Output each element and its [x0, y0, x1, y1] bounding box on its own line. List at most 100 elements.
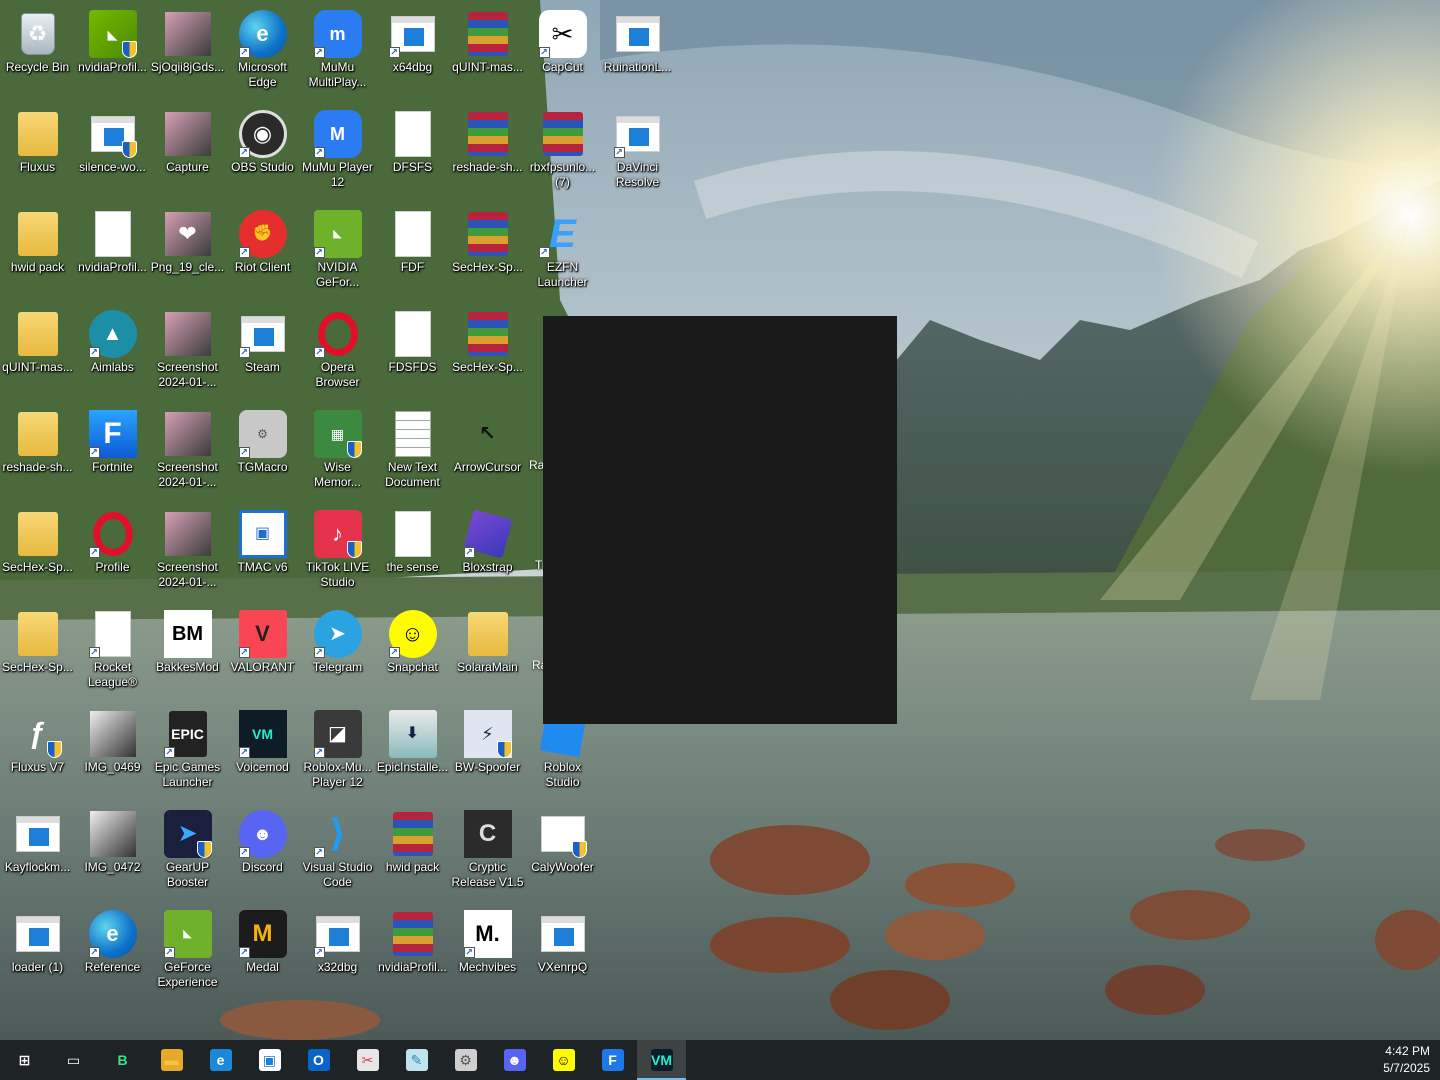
desktop-icon[interactable]: ✂ ↗ CapCut	[525, 2, 600, 98]
desktop-icon[interactable]: hwid pack	[375, 802, 450, 898]
desktop-icon[interactable]: E ↗ EZFN Launcher	[525, 202, 600, 298]
desktop-icon[interactable]: SecHex-Sp...	[450, 302, 525, 398]
desktop-icon[interactable]: Screenshot 2024-01-...	[150, 402, 225, 498]
desktop-icon[interactable]: ☺ ↗ Snapchat	[375, 602, 450, 698]
task-view-button[interactable]: ▭	[49, 1040, 98, 1080]
desktop-icon[interactable]: ⚡ BW-Spoofer	[450, 702, 525, 798]
desktop-icon[interactable]: m ↗ MuMu MultiPlay...	[300, 2, 375, 98]
desktop-icon[interactable]: BM BakkesMod	[150, 602, 225, 698]
desktop-icon[interactable]: IMG_0472	[75, 802, 150, 898]
desktop-icon[interactable]: IMG_0469	[75, 702, 150, 798]
desktop-icon[interactable]: ⟩ ↗ Visual Studio Code	[300, 802, 375, 898]
desktop-icon[interactable]: ↗ x64dbg	[375, 2, 450, 98]
taskbar-snipping-tool[interactable]: ✂	[343, 1040, 392, 1080]
bakkesmod-icon: BM	[163, 610, 212, 658]
system-clock[interactable]: 4:42 PM 5/7/2025	[1383, 1043, 1430, 1077]
desktop-icon[interactable]: SecHex-Sp...	[0, 502, 75, 598]
desktop-icon[interactable]: SecHex-Sp...	[0, 602, 75, 698]
desktop-icon[interactable]: Kayflockm...	[0, 802, 75, 898]
desktop-icon[interactable]: ↗ Rocket League®	[75, 602, 150, 698]
desktop-icon[interactable]: ◣ ↗ NVIDIA GeFor...	[300, 202, 375, 298]
desktop-icon[interactable]: C Cryptic Release V1.5	[450, 802, 525, 898]
desktop-icon[interactable]: M ↗ MuMu Player 12	[300, 102, 375, 198]
desktop-icon-label: nvidiaProfil...	[378, 960, 447, 974]
desktop-icon[interactable]: rbxfpsunlo... (7)	[525, 102, 600, 198]
desktop-icon[interactable]: ↗ Opera Browser	[300, 302, 375, 398]
desktop-icon[interactable]: ↖ ArrowCursor	[450, 402, 525, 498]
taskbar-discord[interactable]: ☻	[490, 1040, 539, 1080]
taskbar-fortnite[interactable]: F	[588, 1040, 637, 1080]
desktop-icon[interactable]: ▦ Wise Memor...	[300, 402, 375, 498]
desktop-icon-label: Riot Client	[234, 260, 291, 274]
taskbar-snapchat[interactable]: ☺	[539, 1040, 588, 1080]
desktop-icon[interactable]: CalyWoofer	[525, 802, 600, 898]
desktop-icon[interactable]: ➤ GearUP Booster	[150, 802, 225, 898]
desktop-icon[interactable]: ☻ ↗ Discord	[225, 802, 300, 898]
blank-dark-window[interactable]	[543, 316, 897, 724]
riot-client-icon: ✊ ↗	[238, 210, 287, 258]
desktop-icon[interactable]: VM ↗ Voicemod	[225, 702, 300, 798]
desktop-icon[interactable]: ↗ Steam	[225, 302, 300, 398]
desktop-icon[interactable]: FDSFDS	[375, 302, 450, 398]
desktop-icon[interactable]: ◪ ↗ Roblox-Mu... Player 12	[300, 702, 375, 798]
desktop-icon[interactable]: SecHex-Sp...	[450, 202, 525, 298]
taskbar-app-b[interactable]: B	[98, 1040, 147, 1080]
desktop-icon[interactable]: Fluxus	[0, 102, 75, 198]
desktop-icon[interactable]: ↗ Profile	[75, 502, 150, 598]
desktop-icon[interactable]: ➤ ↗ Telegram	[300, 602, 375, 698]
desktop-icon[interactable]: VXenrpQ	[525, 902, 600, 998]
desktop-icon[interactable]: Screenshot 2024-01-...	[150, 502, 225, 598]
desktop-icon[interactable]: the sense	[375, 502, 450, 598]
icon-glyph	[467, 212, 508, 256]
taskbar-notes[interactable]: ✎	[392, 1040, 441, 1080]
desktop-icon[interactable]: RuinationL...	[600, 2, 675, 98]
desktop-icon[interactable]: ✊ ↗ Riot Client	[225, 202, 300, 298]
desktop-icon[interactable]: nvidiaProfil...	[375, 902, 450, 998]
taskbar-edge[interactable]: e	[196, 1040, 245, 1080]
desktop-icon[interactable]: reshade-sh...	[0, 402, 75, 498]
start-button[interactable]: ⊞	[0, 1040, 49, 1080]
desktop-icon[interactable]: F ↗ Fortnite	[75, 402, 150, 498]
desktop-icon[interactable]: qUINT-mas...	[450, 2, 525, 98]
desktop-icon[interactable]: ↗ Bloxstrap	[450, 502, 525, 598]
desktop-icon[interactable]: hwid pack	[0, 202, 75, 298]
desktop-icon[interactable]: SolaraMain	[450, 602, 525, 698]
desktop-icon[interactable]: ƒ Fluxus V7	[0, 702, 75, 798]
desktop-icon[interactable]: ⚙ ↗ TGMacro	[225, 402, 300, 498]
desktop-icon-label: Recycle Bin	[5, 60, 70, 74]
desktop-icon[interactable]: loader (1)	[0, 902, 75, 998]
desktop-icon[interactable]: ↗ x32dbg	[300, 902, 375, 998]
taskbar-outlook[interactable]: O	[294, 1040, 343, 1080]
desktop-icon[interactable]: EPIC ↗ Epic Games Launcher	[150, 702, 225, 798]
desktop-icon[interactable]: ↗ DaVinci Resolve	[600, 102, 675, 198]
desktop-icon[interactable]: silence-wo...	[75, 102, 150, 198]
desktop-icon[interactable]: ♻ Recycle Bin	[0, 2, 75, 98]
desktop-icon[interactable]: reshade-sh...	[450, 102, 525, 198]
desktop-icon[interactable]: Capture	[150, 102, 225, 198]
desktop-icon-label: SecHex-Sp...	[452, 360, 523, 374]
desktop-icon[interactable]: Screenshot 2024-01-...	[150, 302, 225, 398]
desktop-icon[interactable]: ▲ ↗ Aimlabs	[75, 302, 150, 398]
desktop-icon[interactable]: ◣ ↗ GeForce Experience	[150, 902, 225, 998]
taskbar-tgmacro[interactable]: ⚙	[441, 1040, 490, 1080]
desktop-icon[interactable]: V ↗ VALORANT	[225, 602, 300, 698]
desktop-icon[interactable]: ♪ TikTok LIVE Studio	[300, 502, 375, 598]
desktop-icon[interactable]: ⚙ nvidiaProfil...	[75, 202, 150, 298]
desktop-icon[interactable]: ◉ ↗ OBS Studio	[225, 102, 300, 198]
taskbar-file-explorer[interactable]: ▬	[147, 1040, 196, 1080]
desktop-icon[interactable]: New Text Document	[375, 402, 450, 498]
desktop-icon[interactable]: ❤ Png_19_cle...	[150, 202, 225, 298]
desktop-icon[interactable]: M ↗ Medal	[225, 902, 300, 998]
desktop-icon[interactable]: ◣ nvidiaProfil...	[75, 2, 150, 98]
desktop-icon[interactable]: DFSFS	[375, 102, 450, 198]
desktop-icon[interactable]: SjOqii8jGds...	[150, 2, 225, 98]
desktop-icon[interactable]: ▣ TMAC v6	[225, 502, 300, 598]
desktop-icon[interactable]: FDF	[375, 202, 450, 298]
desktop-icon[interactable]: e ↗ Reference	[75, 902, 150, 998]
desktop-icon[interactable]: e ↗ Microsoft Edge	[225, 2, 300, 98]
taskbar-app-window[interactable]: ▣	[245, 1040, 294, 1080]
desktop-icon[interactable]: ⬇ EpicInstalle...	[375, 702, 450, 798]
desktop-icon[interactable]: M. ↗ Mechvibes	[450, 902, 525, 998]
desktop-icon[interactable]: qUINT-mas...	[0, 302, 75, 398]
taskbar-voicemod[interactable]: VM	[637, 1040, 686, 1080]
